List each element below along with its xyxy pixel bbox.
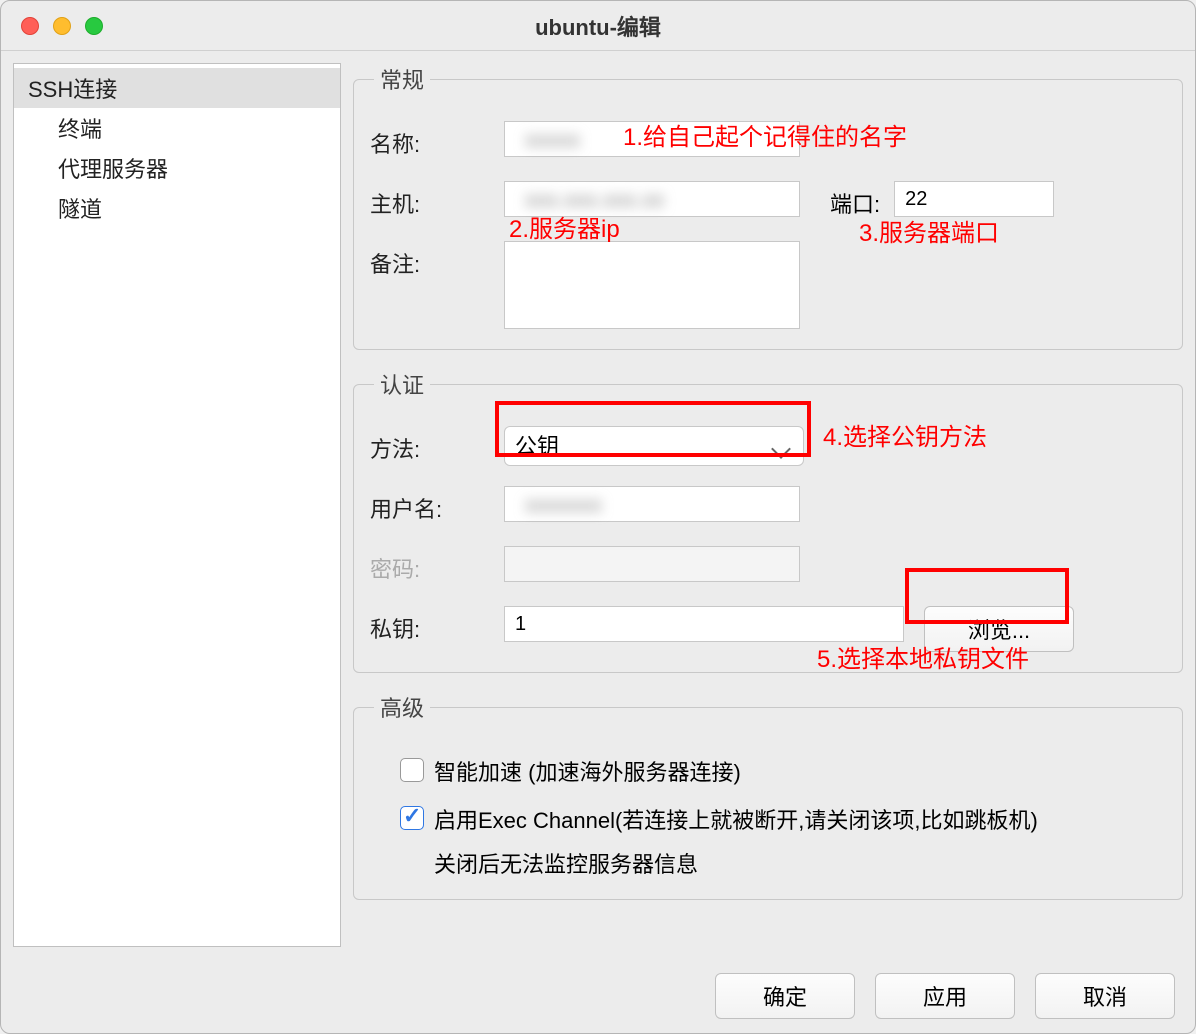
fieldset-auth: 认证 方法: 公钥 用户名: xxxxxxx 密码: (353, 368, 1183, 673)
name-label: 名称: (370, 121, 504, 159)
main-panel: 1.给自己起个记得住的名字 2.服务器ip 3.服务器端口 4.选择公钥方法 5… (353, 63, 1183, 947)
row-name: 名称: xxxxx (370, 121, 1166, 161)
sidebar-item-terminal[interactable]: 终端 (14, 108, 340, 148)
exec-channel-note: 关闭后无法监控服务器信息 (434, 847, 1166, 879)
method-select[interactable]: 公钥 (504, 426, 804, 466)
exec-channel-label: 启用Exec Channel(若连接上就被断开,请关闭该项,比如跳板机) (434, 803, 1038, 835)
dialog-window: ubuntu-编辑 SSH连接 终端 代理服务器 隧道 1.给自己起个记得住的名… (0, 0, 1196, 1034)
port-input[interactable] (894, 181, 1054, 217)
privatekey-label: 私钥: (370, 606, 504, 644)
host-label: 主机: (370, 181, 504, 219)
smart-accel-label: 智能加速 (加速海外服务器连接) (434, 755, 741, 787)
port-label: 端口: (830, 181, 880, 219)
legend-advanced: 高级 (374, 691, 430, 723)
sidebar: SSH连接 终端 代理服务器 隧道 (13, 63, 341, 947)
sidebar-item-proxy[interactable]: 代理服务器 (14, 148, 340, 188)
fieldset-general: 常规 名称: xxxxx 主机: xxx.xxx.xxx.xx 端口: 备注: (353, 63, 1183, 350)
username-label: 用户名: (370, 486, 504, 524)
dialog-footer: 确定 应用 取消 (1, 959, 1195, 1033)
row-password: 密码: (370, 546, 1166, 586)
sidebar-item-ssh[interactable]: SSH连接 (14, 68, 340, 108)
sidebar-item-tunnel[interactable]: 隧道 (14, 188, 340, 228)
privatekey-input[interactable] (504, 606, 904, 642)
apply-button[interactable]: 应用 (875, 973, 1015, 1019)
close-icon[interactable] (21, 17, 39, 35)
browse-button[interactable]: 浏览... (924, 606, 1074, 652)
fieldset-advanced: 高级 智能加速 (加速海外服务器连接) 启用Exec Channel(若连接上就… (353, 691, 1183, 900)
titlebar: ubuntu-编辑 (1, 1, 1195, 51)
password-input (504, 546, 800, 582)
method-select-wrapper: 公钥 (504, 426, 804, 466)
minimize-icon[interactable] (53, 17, 71, 35)
window-controls (21, 17, 103, 35)
window-title: ubuntu-编辑 (535, 10, 661, 42)
remark-textarea[interactable] (504, 241, 800, 329)
cancel-button[interactable]: 取消 (1035, 973, 1175, 1019)
method-label: 方法: (370, 426, 504, 464)
row-method: 方法: 公钥 (370, 426, 1166, 466)
row-exec-channel: 启用Exec Channel(若连接上就被断开,请关闭该项,比如跳板机) (400, 803, 1166, 835)
legend-auth: 认证 (374, 368, 430, 400)
dialog-body: SSH连接 终端 代理服务器 隧道 1.给自己起个记得住的名字 2.服务器ip … (1, 51, 1195, 959)
remark-label: 备注: (370, 241, 504, 279)
row-remark: 备注: (370, 241, 1166, 329)
legend-general: 常规 (374, 63, 430, 95)
zoom-icon[interactable] (85, 17, 103, 35)
row-host: 主机: xxx.xxx.xxx.xx 端口: (370, 181, 1166, 221)
exec-channel-checkbox[interactable] (400, 806, 424, 830)
ok-button[interactable]: 确定 (715, 973, 855, 1019)
password-label: 密码: (370, 546, 504, 584)
row-username: 用户名: xxxxxxx (370, 486, 1166, 526)
smart-accel-checkbox[interactable] (400, 758, 424, 782)
row-privatekey: 私钥: 浏览... (370, 606, 1166, 652)
row-smart-accel: 智能加速 (加速海外服务器连接) (400, 755, 1166, 787)
